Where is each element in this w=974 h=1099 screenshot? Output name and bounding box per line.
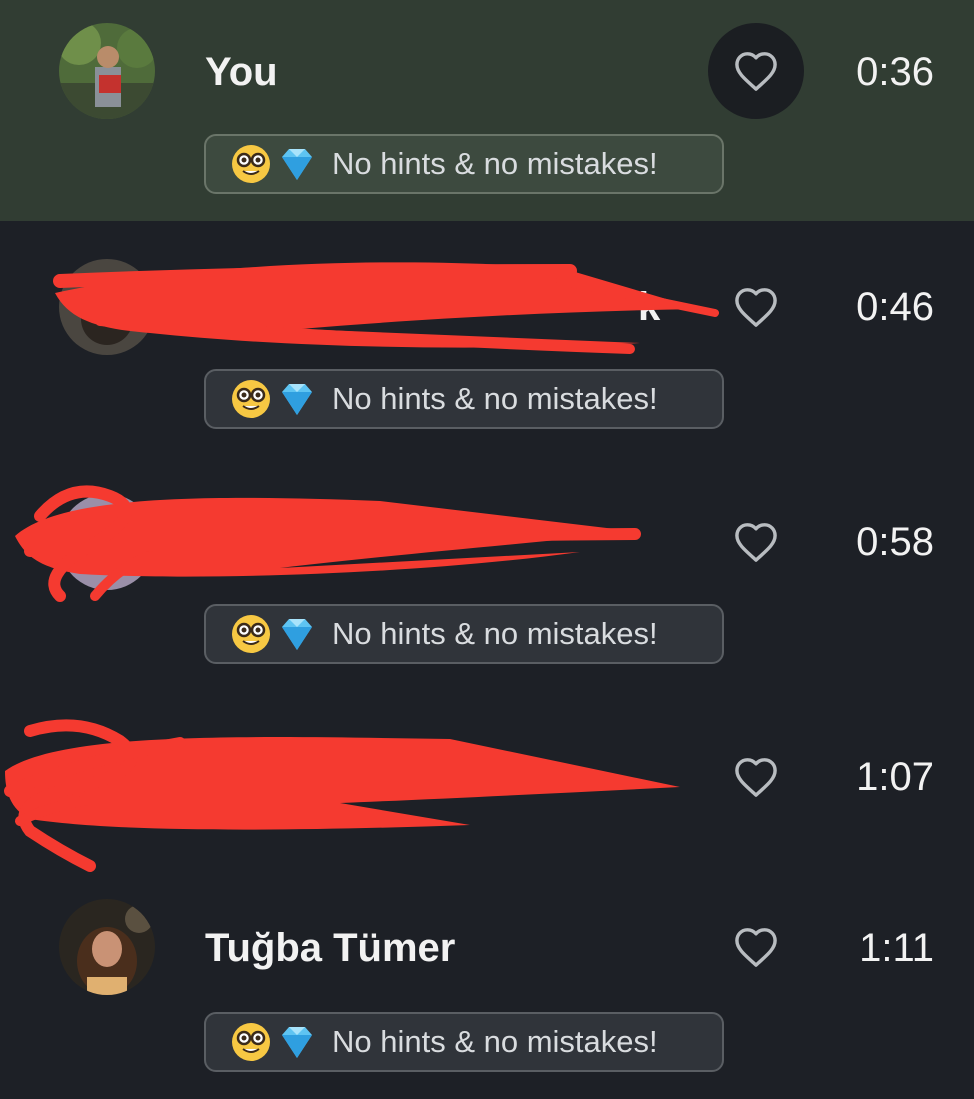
nerd-face-icon — [230, 1021, 272, 1063]
gem-icon — [276, 613, 318, 655]
leaderboard: You 0:36 No hints & no mistakes! k 0:46 … — [0, 0, 974, 1099]
like-button[interactable] — [708, 23, 804, 119]
like-button[interactable] — [708, 259, 804, 355]
like-button[interactable] — [708, 494, 804, 590]
achievement-badge: No hints & no mistakes! — [204, 1012, 724, 1072]
heart-outline-icon — [735, 288, 777, 327]
player-name: You — [205, 50, 278, 94]
avatar — [59, 494, 155, 590]
solve-time: 0:46 — [856, 285, 934, 329]
heart-outline-icon — [735, 52, 777, 91]
avatar — [59, 259, 155, 355]
leaderboard-row: k 0:46 No hints & no mistakes! — [0, 221, 974, 456]
leaderboard-row: 1:07 — [0, 691, 974, 886]
badge-text: No hints & no mistakes! — [332, 146, 658, 181]
solve-time: 1:07 — [856, 755, 934, 799]
leaderboard-row-you: You 0:36 No hints & no mistakes! — [0, 0, 974, 221]
heart-outline-icon — [735, 523, 777, 562]
gem-icon — [276, 143, 318, 185]
nerd-face-icon — [230, 613, 272, 655]
leaderboard-row: Tuğba Tümer 1:11 No hints & no mistakes! — [0, 886, 974, 1099]
heart-outline-icon — [735, 758, 777, 797]
solve-time: 1:11 — [859, 926, 934, 970]
heart-outline-icon — [735, 928, 777, 967]
nerd-face-icon — [230, 378, 272, 420]
gem-icon — [276, 378, 318, 420]
achievement-badge: No hints & no mistakes! — [204, 134, 724, 194]
like-button[interactable] — [708, 729, 804, 825]
gem-icon — [276, 1021, 318, 1063]
badge-text: No hints & no mistakes! — [332, 1024, 658, 1059]
leaderboard-row: 0:58 No hints & no mistakes! — [0, 456, 974, 691]
player-name: Tuğba Tümer — [205, 926, 456, 970]
badge-text: No hints & no mistakes! — [332, 381, 658, 416]
solve-time: 0:36 — [856, 50, 934, 94]
achievement-badge: No hints & no mistakes! — [204, 604, 724, 664]
like-button[interactable] — [708, 899, 804, 995]
solve-time: 0:58 — [856, 520, 934, 564]
badge-text: No hints & no mistakes! — [332, 616, 658, 651]
nerd-face-icon — [230, 143, 272, 185]
avatar — [59, 23, 155, 119]
achievement-badge: No hints & no mistakes! — [204, 369, 724, 429]
player-name: k — [638, 285, 661, 329]
avatar — [59, 899, 155, 995]
